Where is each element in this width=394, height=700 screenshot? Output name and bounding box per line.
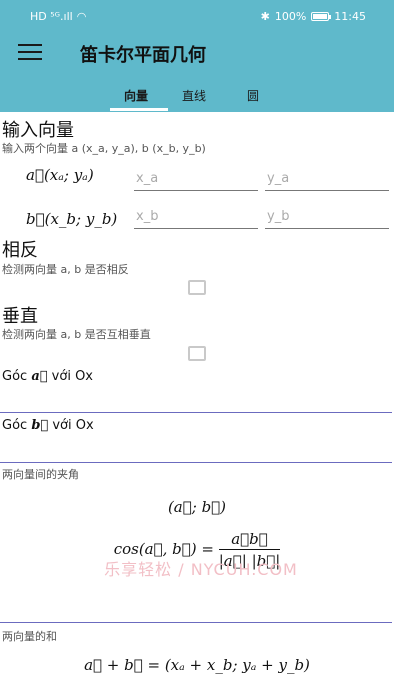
y-b-input[interactable] — [265, 205, 389, 229]
tab-line[interactable]: 直线 — [182, 87, 206, 104]
cosine-numerator: a⃗b⃗ — [218, 530, 281, 550]
tab-vector[interactable]: 向量 — [124, 87, 148, 104]
tab-indicator — [110, 108, 168, 111]
x-a-input[interactable] — [134, 167, 258, 191]
vector-b-label: b⃗(x_b; y_b) — [26, 210, 118, 228]
y-a-input[interactable] — [265, 167, 389, 191]
sum-hint: 两向量的和 — [2, 630, 57, 643]
angle-a-suffix: với Ox — [47, 369, 93, 384]
watermark: 乐享轻松 / NYCUH.COM — [104, 560, 298, 579]
status-bar: HD ⁵ᴳ.ıll ◠ ✱ 100% 11:45 — [0, 0, 394, 32]
perpendicular-section-title: 垂直 — [2, 306, 38, 327]
angle-a-label: Góc a⃗ với Ox — [2, 369, 93, 384]
tab-circle[interactable]: 圆 — [247, 87, 259, 104]
angle-a-divider — [0, 412, 392, 413]
hamburger-menu-icon[interactable] — [18, 44, 42, 62]
perpendicular-section-hint: 检测两向量 a, b 是否互相垂直 — [2, 328, 151, 341]
battery-fill — [313, 14, 328, 19]
tab-bar: 向量 直线 圆 — [0, 74, 394, 112]
main-content: 输入向量 输入两个向量 a (x_a, y_a), b (x_b, y_b) a… — [0, 112, 394, 700]
angle-between-divider — [0, 622, 392, 623]
angle-a-vector: a⃗ — [31, 369, 48, 384]
sum-formula: a⃗ + b⃗ = (xₐ + x_b; yₐ + y_b) — [84, 656, 310, 674]
battery-text: 100% — [274, 10, 307, 23]
angle-b-prefix: Góc — [2, 418, 32, 433]
vector-a-label: a⃗(xₐ; yₐ) — [26, 166, 94, 184]
signal-text: HD ⁵ᴳ.ıll — [30, 10, 73, 23]
battery-icon — [311, 12, 332, 21]
wifi-icon: ◠ — [76, 10, 87, 23]
opposite-section-hint: 检测两向量 a, b 是否相反 — [2, 263, 129, 276]
clock: 11:45 — [334, 10, 366, 23]
angle-b-divider — [0, 462, 392, 463]
input-section-hint: 输入两个向量 a (x_a, y_a), b (x_b, y_b) — [2, 142, 206, 155]
angle-b-vector: b⃗ — [31, 418, 49, 433]
app-bar: 笛卡尔平面几何 — [0, 32, 394, 74]
opposite-checkbox[interactable] — [188, 280, 206, 295]
signal-indicator: HD ⁵ᴳ.ıll ◠ — [30, 10, 86, 23]
angle-a-prefix: Góc — [2, 369, 32, 384]
angle-b-suffix: với Ox — [48, 418, 94, 433]
input-section-title: 输入向量 — [2, 120, 74, 141]
opposite-section-title: 相反 — [2, 240, 38, 261]
angle-notation: (a⃗; b⃗) — [167, 498, 227, 516]
bluetooth-icon: ✱ — [260, 10, 270, 23]
x-b-input[interactable] — [134, 205, 258, 229]
status-right: ✱ 100% 11:45 — [261, 10, 366, 23]
angle-between-hint: 两向量间的夹角 — [2, 468, 79, 481]
angle-b-label: Góc b⃗ với Ox — [2, 418, 94, 433]
app-title: 笛卡尔平面几何 — [80, 45, 206, 66]
perpendicular-checkbox[interactable] — [188, 346, 206, 361]
